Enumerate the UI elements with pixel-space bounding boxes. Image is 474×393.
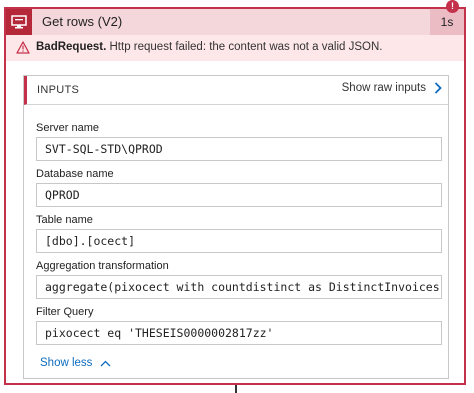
table-name-label: Table name [36, 214, 93, 226]
action-title: Get rows (V2) [42, 14, 123, 29]
show-raw-inputs-button[interactable]: Show raw inputs [342, 82, 442, 94]
error-badge: ! [446, 0, 459, 13]
error-banner: BadRequest. Http request failed: the con… [6, 35, 464, 61]
show-raw-inputs-label: Show raw inputs [341, 82, 426, 94]
database-name-label: Database name [36, 168, 114, 180]
action-header[interactable]: Get rows (V2) 1s [6, 9, 464, 35]
chevron-right-icon [434, 82, 442, 94]
aggregation-transformation-field[interactable]: aggregate(pixocect with countdistinct as… [36, 275, 442, 299]
error-type: BadRequest. [36, 41, 107, 53]
table-name-field[interactable]: [dbo].[ocect] [36, 229, 442, 253]
duration-label: 1s [430, 9, 464, 35]
error-message-line: BadRequest. Http request failed: the con… [36, 41, 382, 53]
inputs-panel: INPUTS Show raw inputs Server name SVT-S… [23, 75, 449, 379]
inputs-header: INPUTS Show raw inputs [24, 76, 448, 105]
error-message: Http request failed: the content was not… [109, 41, 383, 53]
chevron-up-icon [100, 360, 111, 366]
flow-connector-line [235, 385, 237, 393]
database-name-field[interactable]: QPROD [36, 183, 442, 207]
sql-server-icon [6, 9, 32, 35]
filter-query-field[interactable]: pixocect eq 'THESEIS0000002817zz' [36, 321, 442, 345]
action-card: Get rows (V2) 1s BadRequest. Http reques… [4, 7, 466, 385]
server-name-label: Server name [36, 122, 99, 134]
aggregation-transformation-label: Aggregation transformation [36, 260, 169, 272]
server-name-field[interactable]: SVT-SQL-STD\QPROD [36, 137, 442, 161]
filter-query-label: Filter Query [36, 306, 94, 318]
show-less-button[interactable]: Show less [40, 357, 111, 369]
inputs-title: INPUTS [37, 84, 80, 96]
warning-triangle-icon [16, 41, 30, 54]
show-less-label: Show less [40, 357, 93, 369]
